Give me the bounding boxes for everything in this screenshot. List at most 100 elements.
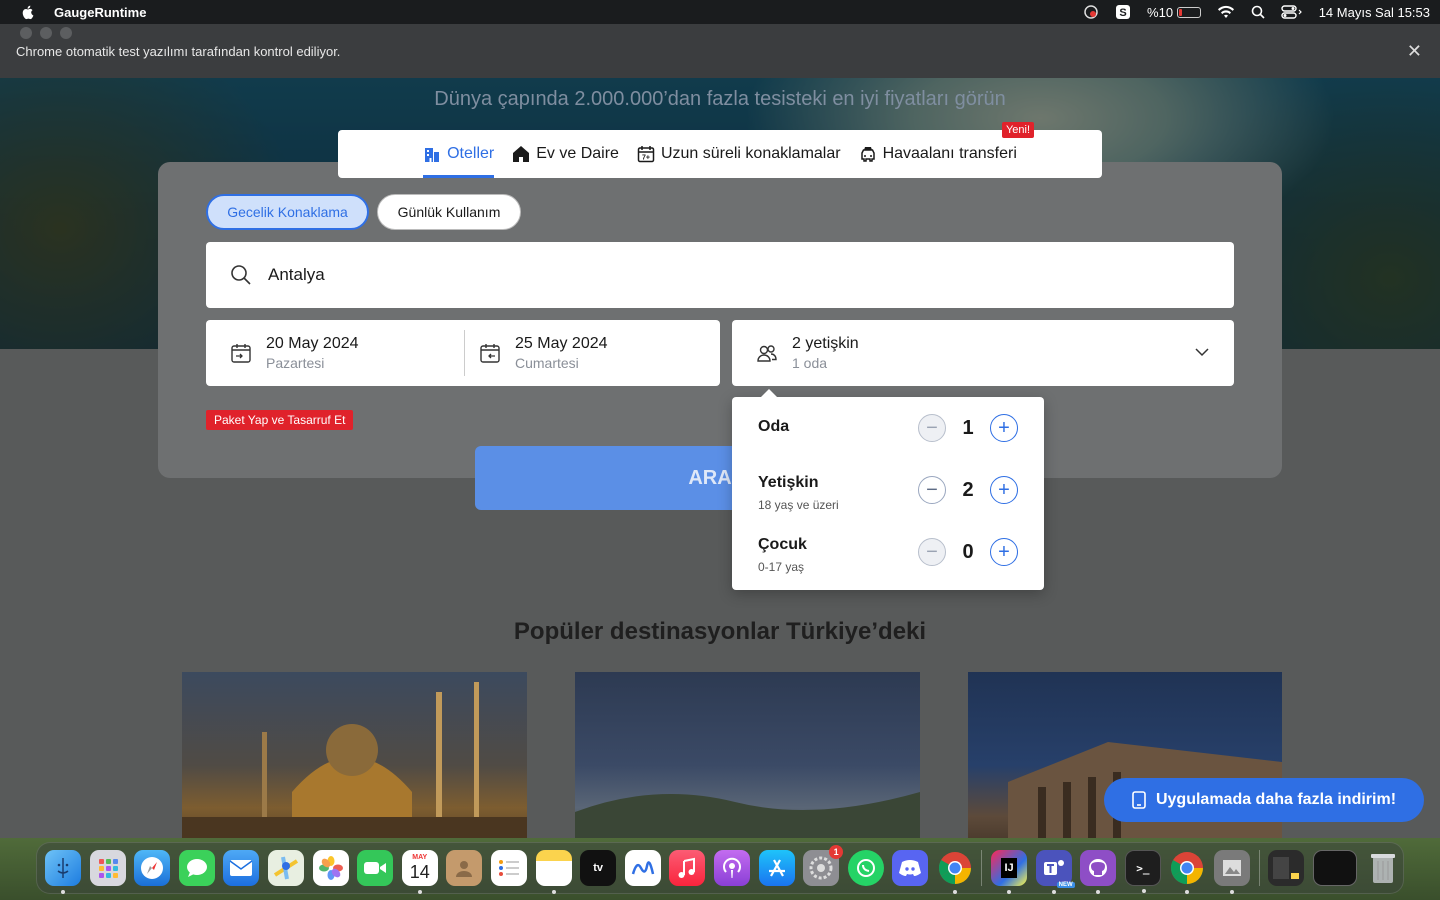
dock-separator <box>981 850 983 886</box>
facetime-icon[interactable] <box>357 850 394 886</box>
svg-text:7+: 7+ <box>642 155 650 162</box>
tab-homes[interactable]: Ev ve Daire <box>512 130 619 178</box>
children-label: Çocuk <box>758 536 807 553</box>
rooms-row: Oda − 1 + <box>732 412 1044 462</box>
destination-card-2[interactable] <box>575 672 920 838</box>
checkout-day-value: Cumartesi <box>515 355 579 371</box>
adults-decrement-button[interactable]: − <box>918 476 946 504</box>
search-button-label: ARA <box>688 466 732 489</box>
mosque-image <box>182 682 527 838</box>
hotel-icon <box>425 148 440 162</box>
landscape-image <box>575 792 920 838</box>
apple-tv-icon[interactable]: tv <box>580 850 617 886</box>
whatsapp-icon[interactable] <box>847 850 884 886</box>
adults-count: 2 <box>962 479 974 501</box>
battery-percent: %10 <box>1147 4 1174 20</box>
zoom-window-button[interactable] <box>60 27 72 39</box>
menubar-clock[interactable]: 14 Mayıs Sal 15:53 <box>1319 5 1430 20</box>
minimize-window-button[interactable] <box>40 27 52 39</box>
checkin-day-value: Pazartesi <box>266 355 325 371</box>
infobar-close-icon[interactable]: ✕ <box>1407 41 1422 62</box>
settings-notification-badge: 1 <box>829 845 844 859</box>
calendar-icon: 7+ <box>637 146 655 163</box>
system-settings-icon[interactable]: 1 <box>803 845 844 886</box>
active-app-name[interactable]: GaugeRuntime <box>54 5 146 20</box>
rooms-label: Oda <box>758 418 790 435</box>
contacts-icon[interactable] <box>446 850 483 886</box>
wifi-icon[interactable] <box>1217 5 1235 19</box>
messages-icon[interactable] <box>178 850 215 886</box>
terminal-icon[interactable]: >_ <box>1124 850 1161 893</box>
skype-icon[interactable]: S <box>1115 4 1131 20</box>
status-area: S %10 14 Mayıs Sal 15:53 <box>1083 0 1430 24</box>
finder-icon[interactable] <box>45 850 81 894</box>
phone-icon <box>1132 791 1146 809</box>
calendar-day: 14 <box>409 862 430 882</box>
adults-row: Yetişkin 18 yaş ve üzeri − 2 + <box>732 474 1044 524</box>
checkin-date[interactable]: 20 May 2024 Pazartesi <box>206 320 456 386</box>
destination-field[interactable]: Antalya <box>206 242 1234 308</box>
maps-icon[interactable] <box>267 850 304 886</box>
safari-icon[interactable] <box>134 850 171 886</box>
record-status-icon[interactable] <box>1083 4 1099 20</box>
app-store-icon[interactable] <box>758 850 795 886</box>
tab-airport-transfer[interactable]: Havaalanı transferi <box>859 130 1017 178</box>
teams-icon[interactable]: NEW <box>1035 850 1075 894</box>
github-desktop-icon[interactable] <box>1080 850 1117 894</box>
rooms-increment-button[interactable]: + <box>990 414 1018 442</box>
people-icon <box>757 345 777 362</box>
spotlight-search-icon[interactable] <box>1251 5 1265 19</box>
package-promo-badge[interactable]: Paket Yap ve Tasarruf Et <box>206 410 354 430</box>
tab-label: Havaalanı transferi <box>882 145 1017 162</box>
infobar-message: Chrome otomatik test yazılımı tarafından… <box>16 44 341 59</box>
ij-glyph: IJ <box>1001 858 1017 878</box>
tab-long-stays[interactable]: 7+ Uzun süreli konaklamalar <box>637 130 841 178</box>
children-decrement-button[interactable]: − <box>918 538 946 566</box>
guests-summary: 2 yetişkin <box>792 335 859 352</box>
control-center-icon[interactable] <box>1281 5 1303 19</box>
rooms-decrement-button[interactable]: − <box>918 414 946 442</box>
discord-icon[interactable] <box>892 850 929 886</box>
preview-icon[interactable] <box>1214 850 1251 894</box>
chrome-icon[interactable] <box>937 850 973 894</box>
downloads-stack-icon[interactable] <box>1268 850 1305 886</box>
checkout-calendar-icon <box>480 344 500 363</box>
rooms-count: 1 <box>962 417 974 439</box>
overnight-stay-toggle[interactable]: Gecelik Konaklama <box>206 194 369 230</box>
podcasts-icon[interactable] <box>713 850 750 886</box>
day-use-toggle[interactable]: Günlük Kullanım <box>377 194 521 230</box>
children-age-hint: 0-17 yaş <box>758 560 805 574</box>
photos-icon[interactable] <box>312 850 349 886</box>
trash-icon[interactable] <box>1365 850 1401 886</box>
house-icon <box>513 146 530 162</box>
checkin-date-value: 20 May 2024 <box>266 335 359 352</box>
battery-status[interactable]: %10 <box>1147 5 1201 20</box>
chrome-canary-icon[interactable] <box>1169 850 1205 894</box>
children-increment-button[interactable]: + <box>990 538 1018 566</box>
adults-age-hint: 18 yaş ve üzeri <box>758 498 839 512</box>
app-download-banner[interactable]: Uygulamada daha fazla indirim! <box>1104 778 1424 822</box>
search-icon <box>231 265 251 285</box>
adults-increment-button[interactable]: + <box>990 476 1018 504</box>
children-row: Çocuk 0-17 yaş − 0 + <box>732 536 1044 586</box>
music-icon[interactable] <box>669 850 706 886</box>
browser-window: Chrome otomatik test yazılımı tarafından… <box>0 24 1440 838</box>
notes-icon[interactable] <box>535 850 572 894</box>
adults-label: Yetişkin <box>758 474 819 491</box>
apple-logo-icon[interactable] <box>20 4 36 20</box>
tab-hotels[interactable]: Oteller <box>423 130 495 178</box>
close-window-button[interactable] <box>20 27 32 39</box>
reminders-icon[interactable] <box>490 850 527 886</box>
launchpad-icon[interactable] <box>89 850 126 886</box>
checkout-date[interactable]: 25 May 2024 Cumartesi <box>455 320 705 386</box>
dock-separator <box>1258 850 1260 886</box>
freeform-icon[interactable] <box>624 850 661 886</box>
macos-menu-bar: GaugeRuntime S %10 14 Mayıs Sal 15:53 <box>0 0 1440 24</box>
guests-field[interactable]: 2 yetişkin 1 oda <box>732 320 1234 386</box>
tab-label: Uzun süreli konaklamalar <box>660 145 841 162</box>
intellij-idea-icon[interactable]: IJ <box>991 850 1028 894</box>
calendar-app-icon[interactable]: MAY 14 <box>401 850 438 894</box>
recent-window-icon[interactable] <box>1312 850 1357 886</box>
mail-icon[interactable] <box>223 850 260 886</box>
destination-card-istanbul[interactable] <box>182 672 527 838</box>
